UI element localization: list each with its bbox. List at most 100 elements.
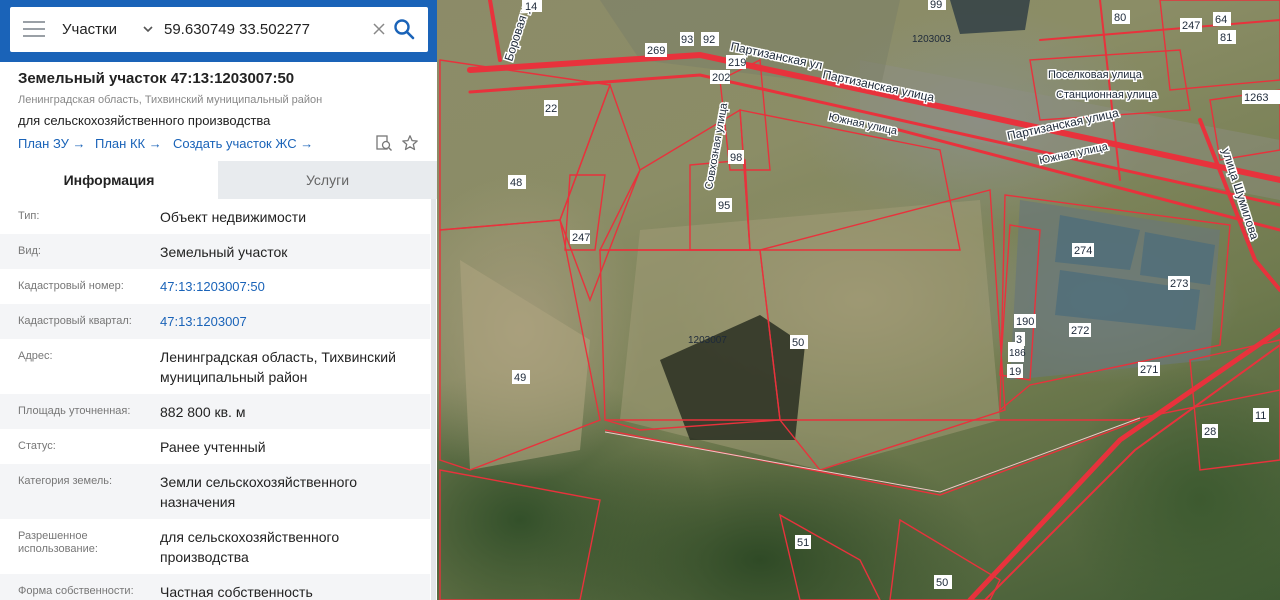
parcel-number-label: 247 (1180, 18, 1202, 32)
info-label: Площадь уточненная: (18, 405, 131, 417)
cadastral-quarter-link[interactable]: 47:13:1203007 (160, 312, 420, 332)
info-value: производства (160, 549, 249, 565)
plan-zu-link[interactable]: План ЗУ → (18, 136, 86, 151)
svg-text:14: 14 (525, 1, 537, 13)
parcel-title: Земельный участок 47:13:1203007:50 (18, 70, 295, 87)
svg-text:50: 50 (936, 577, 948, 589)
parcel-number-label: 80 (1112, 10, 1130, 24)
tab-services[interactable]: Услуги (218, 161, 437, 199)
info-row: Тип: Объект недвижимости (0, 199, 430, 234)
plan-kk-link[interactable]: План КК → (95, 136, 162, 151)
parcel-number-label: 219 (726, 55, 746, 69)
svg-text:19: 19 (1009, 366, 1021, 378)
parcel-region: Ленинградская область, Тихвинский муници… (18, 94, 323, 106)
info-label: Статус: (18, 440, 56, 452)
info-value: Ранее учтенный (160, 439, 266, 455)
menu-icon[interactable] (23, 21, 45, 39)
parcel-number-label: 1263 (1242, 90, 1280, 104)
star-icon[interactable] (401, 134, 419, 152)
svg-text:272: 272 (1071, 325, 1089, 337)
info-value: Частная собственность (160, 584, 313, 600)
svg-text:93: 93 (681, 34, 693, 46)
parcel-number-label: 92 (701, 32, 719, 46)
info-value: 882 800 кв. м (160, 404, 246, 420)
info-label: Категория земель: (18, 475, 113, 487)
info-value: Земли сельскохозяйственного (160, 474, 358, 490)
info-value: Ленинградская область, Тихвинский (160, 349, 396, 365)
create-parcel-link[interactable]: Создать участок ЖС → (173, 136, 313, 151)
info-label: использование: (18, 543, 98, 555)
street-label: Южная улица (827, 111, 899, 137)
search-input[interactable] (164, 19, 364, 41)
svg-text:80: 80 (1114, 12, 1126, 24)
svg-text:219: 219 (728, 57, 746, 69)
parcel-number-label: 274 (1072, 243, 1094, 257)
svg-text:271: 271 (1140, 364, 1158, 376)
clear-icon[interactable] (371, 21, 387, 37)
info-value: для сельскохозяйственного (160, 529, 340, 545)
search-mode-label: Участки (62, 21, 117, 38)
info-value: Земельный участок (160, 244, 288, 260)
info-label: Адрес: (18, 350, 53, 362)
search-document-icon[interactable] (375, 134, 393, 152)
svg-text:274: 274 (1074, 245, 1092, 257)
parcel-number-label: 48 (508, 175, 526, 189)
parcel-number-label: 3 (1015, 332, 1025, 346)
svg-text:95: 95 (718, 200, 730, 212)
svg-text:3: 3 (1016, 334, 1022, 346)
street-label: улица Шумилова (1219, 147, 1262, 242)
parcel-number-label: 14 (522, 0, 542, 13)
info-label: Кадастровый квартал: (18, 315, 132, 327)
info-row: Разрешенное использование: для сельскохо… (0, 519, 430, 574)
info-value: назначения (160, 494, 236, 510)
parcel-number-label: 99 (928, 0, 946, 11)
parcel-number-label: 22 (544, 100, 558, 116)
info-value: Объект недвижимости (160, 209, 307, 225)
svg-text:190: 190 (1016, 316, 1034, 328)
info-row: Кадастровый номер: 47:13:1203007:50 (0, 269, 430, 304)
street-label: Партизанская улица (821, 67, 935, 104)
parcel-number-label: 269 (645, 43, 667, 57)
quarter-label: 1203007 (688, 335, 727, 346)
parcel-number-label: 11 (1253, 408, 1269, 422)
svg-text:92: 92 (703, 34, 715, 46)
parcel-number-label: 272 (1069, 323, 1091, 337)
svg-text:202: 202 (712, 72, 730, 84)
panel-tabs: Информация Услуги (0, 161, 437, 199)
info-label: Форма собственности: (18, 585, 134, 597)
info-row: Площадь уточненная: 882 800 кв. м (0, 394, 430, 429)
svg-text:81: 81 (1220, 32, 1232, 44)
street-label: Поселковая улица (1048, 69, 1143, 81)
info-row: Вид: Земельный участок (0, 234, 430, 269)
chevron-down-icon (143, 26, 153, 33)
search-icon[interactable] (393, 18, 415, 40)
parcel-number-label: 93 (680, 32, 694, 46)
block-label: 1203003 (912, 34, 951, 45)
parcel-number-label: 273 (1168, 276, 1190, 290)
parcel-number-label: 19 (1007, 364, 1023, 378)
parcel-number-label: 50 (934, 575, 952, 589)
svg-text:269: 269 (647, 45, 665, 57)
panel-scrollbar[interactable] (431, 199, 436, 600)
search-mode-select[interactable]: Участки (62, 19, 157, 41)
parcel-number-label: 271 (1138, 362, 1160, 376)
svg-text:1263: 1263 (1244, 92, 1268, 104)
parcel-number-label: 28 (1202, 424, 1218, 438)
svg-text:51: 51 (797, 537, 809, 549)
info-label: Разрешенное (18, 530, 88, 542)
tab-information[interactable]: Информация (0, 161, 218, 199)
street-label: Совхозная улица (703, 101, 730, 190)
svg-text:28: 28 (1204, 426, 1216, 438)
cadastral-number-link[interactable]: 47:13:1203007:50 (160, 277, 420, 297)
svg-text:247: 247 (572, 232, 590, 244)
svg-text:50: 50 (792, 337, 804, 349)
info-label: Кадастровый номер: (18, 280, 124, 292)
parcel-number-label: 50 (790, 335, 808, 349)
info-row: Кадастровый квартал: 47:13:1203007 (0, 304, 430, 339)
svg-text:99: 99 (930, 0, 942, 11)
parcel-number-label: 95 (716, 198, 732, 212)
parcel-number-label: 202 (710, 70, 730, 84)
svg-text:247: 247 (1182, 20, 1200, 32)
street-label: Партизанская улица (1006, 106, 1120, 143)
parcel-number-label: 98 (728, 150, 744, 164)
